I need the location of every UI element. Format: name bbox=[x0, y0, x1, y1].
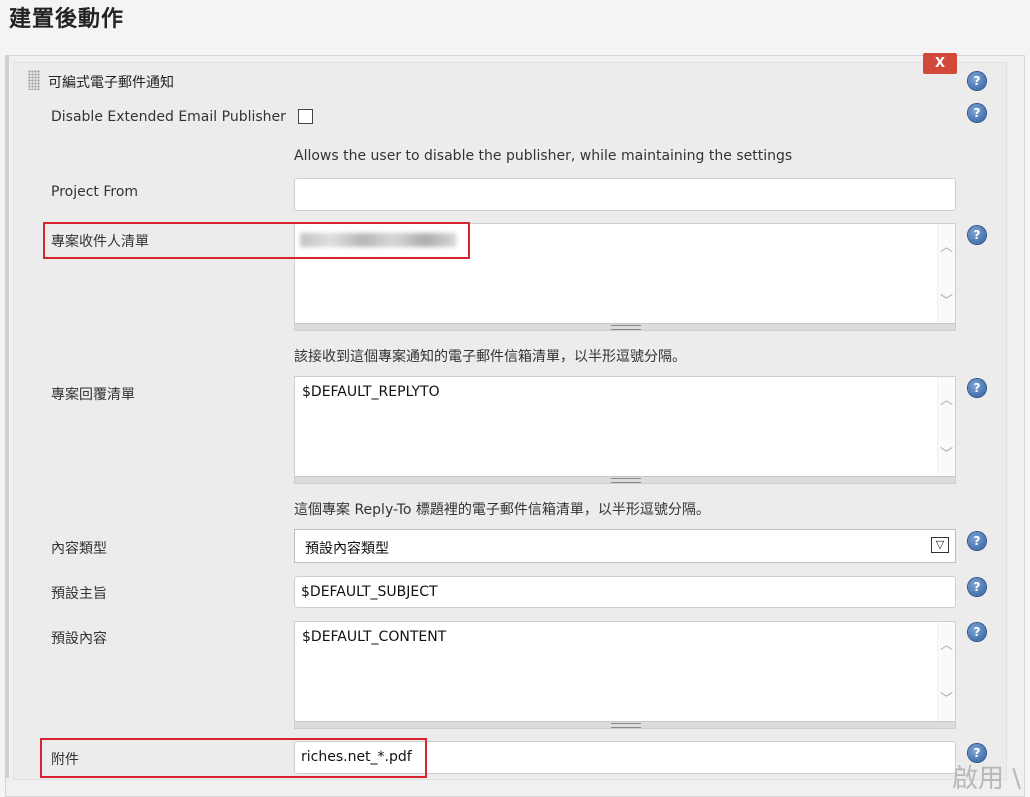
disable-publisher-description: Allows the user to disable the publisher… bbox=[294, 148, 793, 164]
default-subject-input[interactable]: $DEFAULT_SUBJECT bbox=[294, 576, 956, 608]
default-subject-label: 預設主旨 bbox=[51, 586, 107, 602]
section-title: 可編式電子郵件通知 bbox=[48, 75, 174, 91]
help-icon[interactable]: ? bbox=[968, 623, 986, 641]
recipient-list-description: 該接收到這個專案通知的電子郵件信箱清單，以半形逗號分隔。 bbox=[294, 349, 686, 365]
textarea-scrollbar[interactable]: ︿ ﹀ bbox=[937, 224, 955, 324]
project-from-label: Project From bbox=[51, 184, 139, 200]
scroll-down-icon[interactable]: ﹀ bbox=[940, 290, 953, 309]
reply-to-value: $DEFAULT_REPLYTO bbox=[302, 384, 440, 400]
resize-handle[interactable] bbox=[295, 323, 955, 330]
content-type-label: 內容類型 bbox=[51, 541, 107, 557]
scroll-down-icon[interactable]: ﹀ bbox=[940, 688, 953, 707]
disable-publisher-label: Disable Extended Email Publisher bbox=[51, 109, 286, 125]
textarea-scrollbar[interactable]: ︿ ﹀ bbox=[937, 377, 955, 477]
help-icon[interactable]: ? bbox=[968, 72, 986, 90]
page-title: 建置後動作 bbox=[9, 7, 125, 32]
scroll-up-icon[interactable]: ︿ bbox=[940, 389, 953, 408]
help-icon[interactable]: ? bbox=[968, 532, 986, 550]
corner-partial-text: 啟用 \ bbox=[952, 764, 1022, 794]
help-icon[interactable]: ? bbox=[968, 226, 986, 244]
drag-handle-icon[interactable] bbox=[28, 70, 40, 90]
scroll-up-icon[interactable]: ︿ bbox=[940, 236, 953, 255]
delete-section-button[interactable]: X bbox=[923, 53, 957, 74]
reply-to-list-textarea[interactable]: $DEFAULT_REPLYTO ︿ ﹀ bbox=[294, 376, 956, 484]
content-type-value: 預設內容類型 bbox=[305, 541, 389, 557]
recipient-highlight-box bbox=[43, 222, 470, 259]
resize-handle[interactable] bbox=[295, 476, 955, 483]
reply-to-list-label: 專案回覆清單 bbox=[51, 387, 135, 403]
disable-publisher-checkbox[interactable] bbox=[298, 109, 313, 124]
chevron-down-icon[interactable]: ▽ bbox=[931, 537, 949, 553]
default-content-textarea[interactable]: $DEFAULT_CONTENT ︿ ﹀ bbox=[294, 621, 956, 729]
textarea-scrollbar[interactable]: ︿ ﹀ bbox=[937, 622, 955, 722]
default-content-label: 預設內容 bbox=[51, 631, 107, 647]
panel-rail bbox=[5, 55, 9, 778]
reply-to-list-description: 這個專案 Reply-To 標題裡的電子郵件信箱清單，以半形逗號分隔。 bbox=[294, 502, 710, 518]
attachments-highlight-box bbox=[40, 738, 427, 778]
content-type-select[interactable]: 預設內容類型 ▽ bbox=[294, 529, 956, 563]
help-icon[interactable]: ? bbox=[968, 104, 986, 122]
scroll-up-icon[interactable]: ︿ bbox=[940, 634, 953, 653]
resize-handle[interactable] bbox=[295, 721, 955, 728]
help-icon[interactable]: ? bbox=[968, 578, 986, 596]
help-icon[interactable]: ? bbox=[968, 379, 986, 397]
default-content-value: $DEFAULT_CONTENT bbox=[302, 629, 447, 645]
project-from-input[interactable] bbox=[294, 178, 956, 211]
scroll-down-icon[interactable]: ﹀ bbox=[940, 443, 953, 462]
